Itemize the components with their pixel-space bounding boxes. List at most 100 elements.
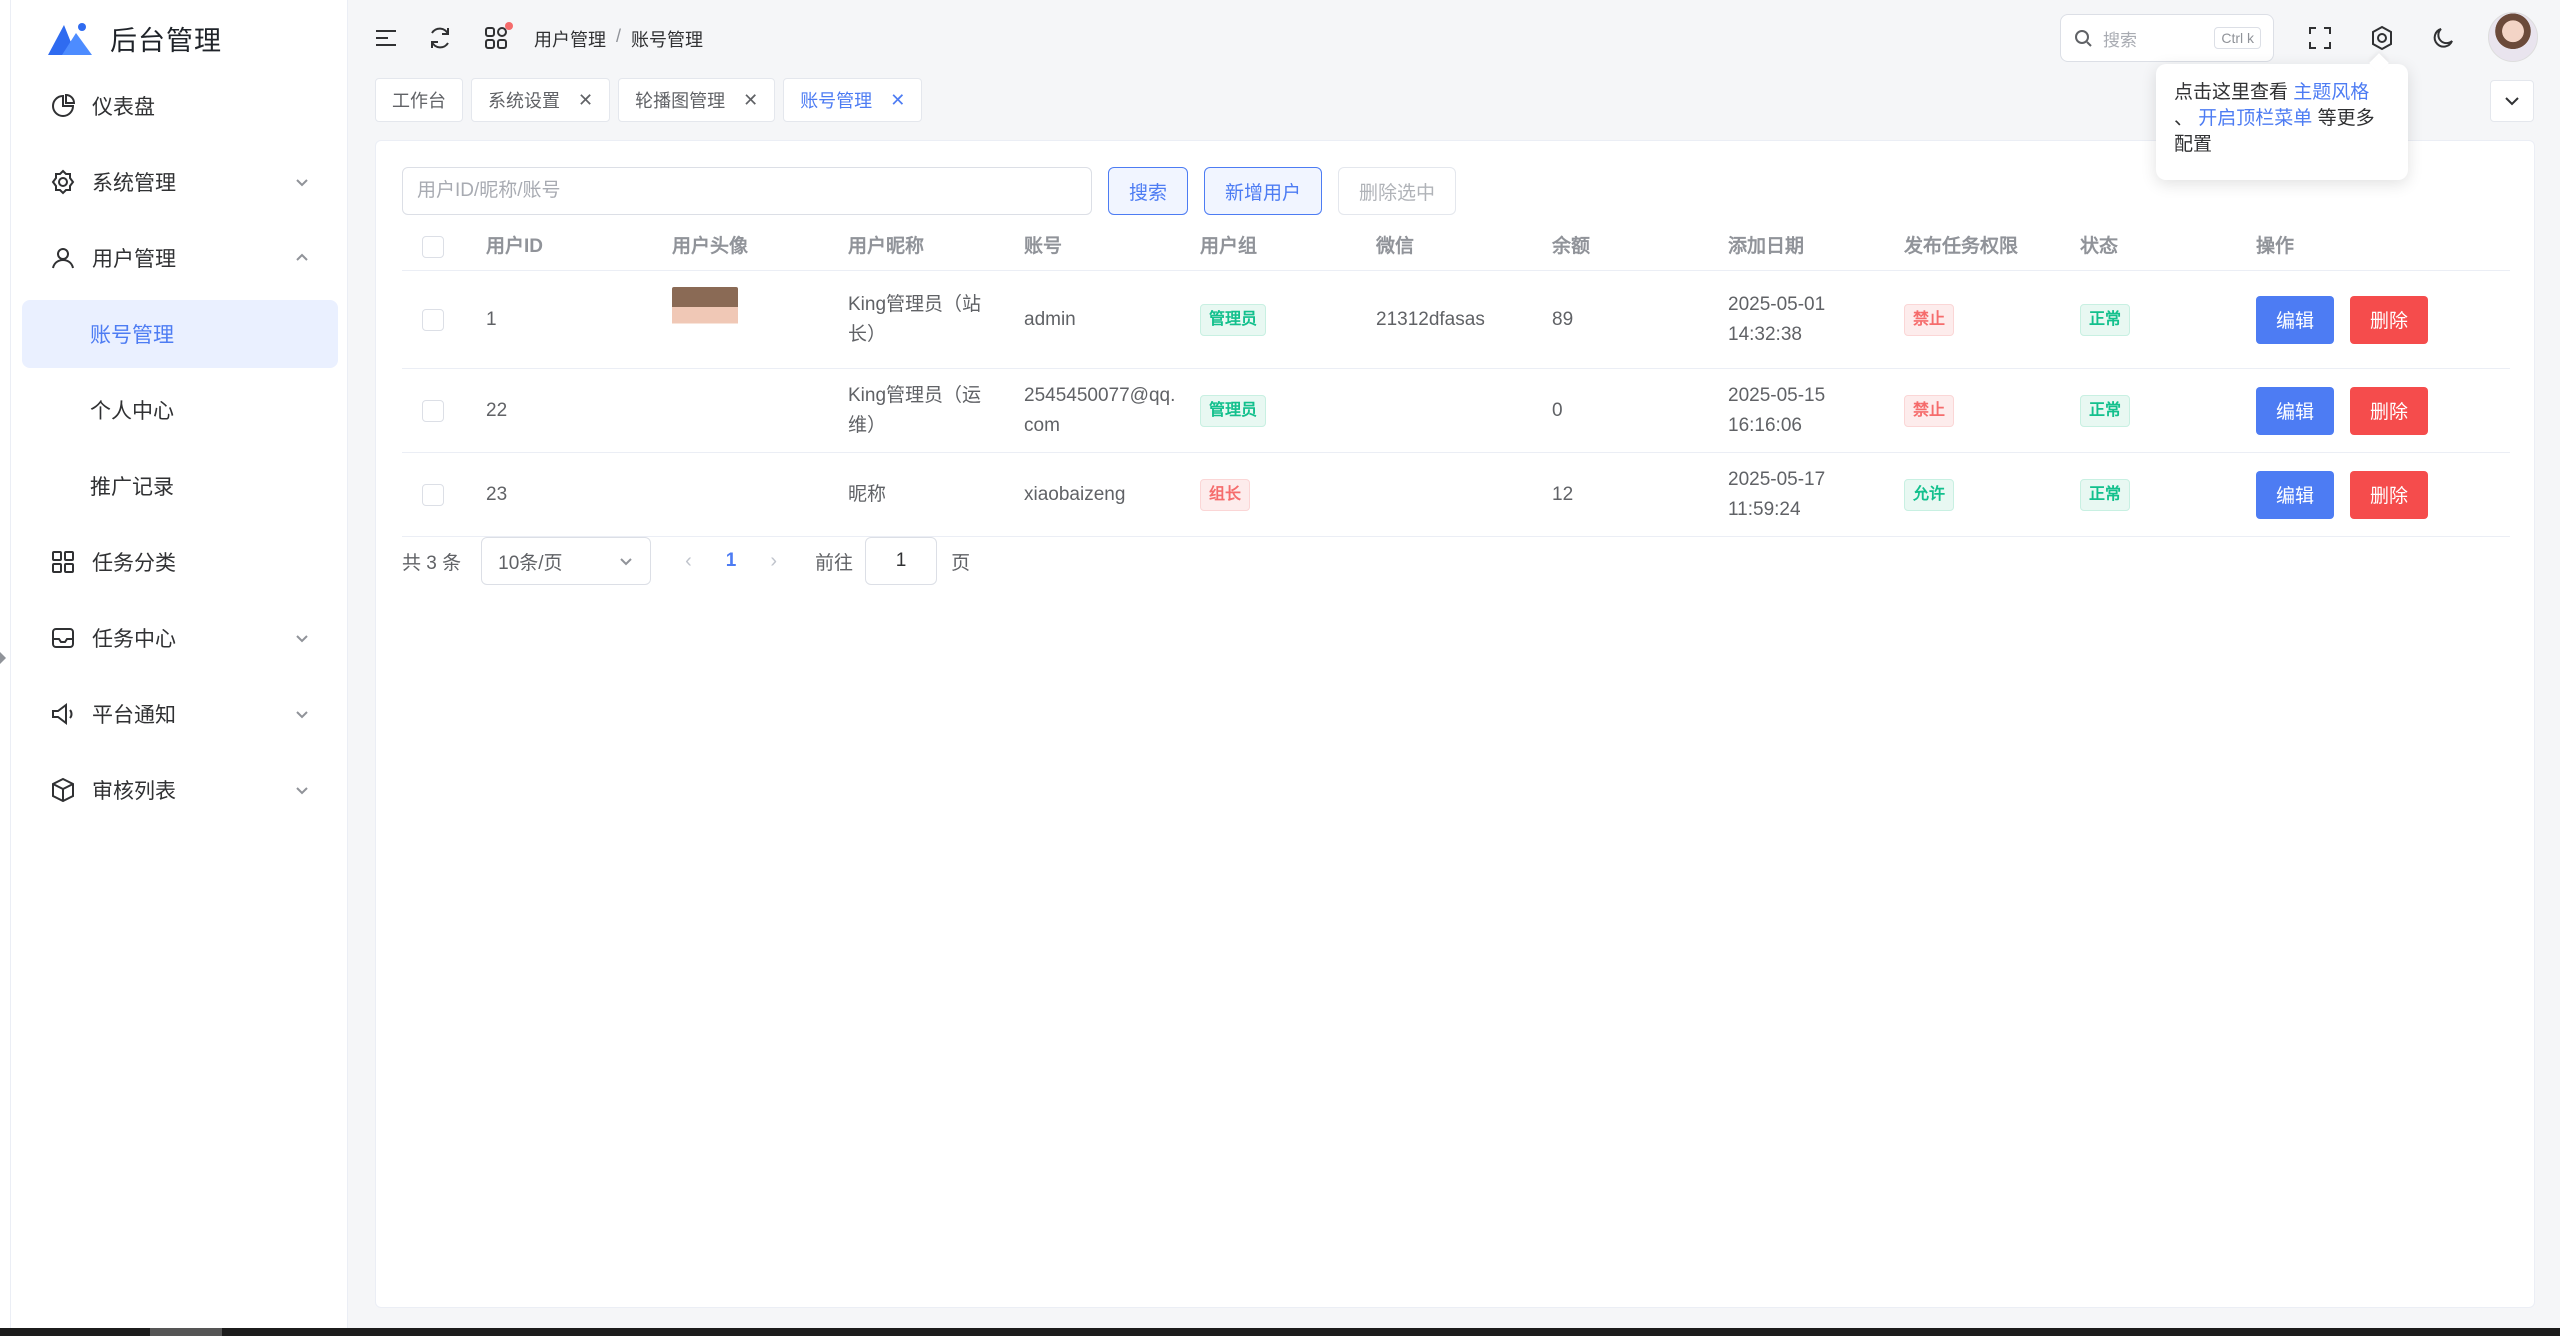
- toolbar: 搜索 新增用户 删除选中: [402, 167, 1457, 215]
- sidebar-item-promotion[interactable]: 推广记录: [22, 452, 338, 520]
- tab-accounts[interactable]: 账号管理 ✕: [783, 78, 923, 122]
- add-date: 2025-05-15 16:16:06: [1728, 384, 1826, 436]
- select-all-checkbox[interactable]: [422, 223, 444, 270]
- tab-workbench[interactable]: 工作台: [375, 78, 463, 122]
- row-checkbox-cell: [422, 453, 444, 536]
- edit-button[interactable]: 编辑: [2256, 295, 2335, 344]
- group-tag: 组长: [1200, 478, 1251, 511]
- next-page-icon[interactable]: ›: [770, 550, 777, 573]
- sidebar-item-label: 用户管理: [92, 248, 176, 271]
- actions-cell: 编辑 删除: [2256, 271, 2429, 368]
- breadcrumb: 用户管理 / 账号管理: [534, 26, 703, 52]
- delete-selected-button[interactable]: 删除选中: [1338, 167, 1457, 215]
- megaphone-icon: [50, 701, 76, 727]
- row-checkbox[interactable]: [422, 399, 444, 422]
- sidebar-edge: [10, 0, 11, 1328]
- account: admin: [1024, 308, 1076, 330]
- breadcrumb-item[interactable]: 用户管理: [534, 26, 606, 52]
- tab-system-settings[interactable]: 系统设置 ✕: [471, 78, 611, 122]
- search-button[interactable]: 搜索: [1108, 167, 1189, 215]
- close-icon[interactable]: ✕: [890, 90, 905, 111]
- add-user-button[interactable]: 新增用户: [1204, 167, 1323, 215]
- apps-icon[interactable]: [482, 22, 513, 52]
- sidebar-item-profile[interactable]: 个人中心: [22, 376, 338, 444]
- delete-button[interactable]: 删除: [2350, 470, 2429, 519]
- refresh-icon[interactable]: [426, 24, 454, 52]
- sidebar-item-label: 推广记录: [90, 476, 174, 499]
- column-header: 用户组: [1200, 235, 1258, 257]
- permission-cell: 禁止: [1904, 271, 1955, 368]
- tab-label: 系统设置: [488, 91, 560, 111]
- sidebar-item-notifications[interactable]: 平台通知: [22, 680, 338, 748]
- top-menu-link[interactable]: 开启顶栏菜单: [2198, 108, 2312, 129]
- checkbox[interactable]: [422, 235, 444, 258]
- permission-tag: 禁止: [1904, 394, 1955, 427]
- table-row: 1 King管理员（站长） admin 管理员 21312dfasas 89 2…: [402, 271, 2510, 369]
- fullscreen-icon[interactable]: [2306, 24, 2334, 52]
- sidebar-item-accounts[interactable]: 账号管理: [22, 300, 338, 368]
- column-header: 余额: [1552, 235, 1591, 257]
- chevron-down-icon: [296, 711, 308, 719]
- tab-label: 工作台: [392, 91, 446, 111]
- settings-icon[interactable]: [2368, 24, 2396, 52]
- user-search-input[interactable]: [402, 167, 1092, 215]
- cube-icon: [50, 777, 76, 803]
- column-header: 状态: [2080, 235, 2119, 257]
- edit-button[interactable]: 编辑: [2256, 386, 2335, 435]
- user-avatar[interactable]: [2488, 12, 2538, 62]
- status-badge: 正常: [2080, 478, 2131, 511]
- nickname: 昵称: [848, 483, 887, 505]
- popover-text: 、: [2174, 108, 2199, 129]
- row-checkbox[interactable]: [422, 483, 444, 506]
- permission-tag: 禁止: [1904, 303, 1955, 336]
- goto-page-input[interactable]: 1: [865, 537, 938, 585]
- sidebar-item-review[interactable]: 审核列表: [22, 756, 338, 824]
- tabs-more-button[interactable]: [2490, 80, 2534, 122]
- status-cell: 正常: [2080, 271, 2131, 368]
- page-number[interactable]: 1: [726, 550, 737, 572]
- permission-cell: 允许: [1904, 453, 1955, 536]
- delete-button[interactable]: 删除: [2350, 386, 2429, 435]
- chevron-down-icon: [296, 787, 308, 795]
- prev-page-icon[interactable]: ‹: [685, 550, 692, 573]
- column-header: 添加日期: [1728, 235, 1805, 257]
- menu-fold-icon[interactable]: [372, 24, 400, 52]
- sidebar-item-system[interactable]: 系统管理: [22, 148, 338, 216]
- table-row: 22 King管理员（运维） 2545450077@qq.com 管理员 0 2…: [402, 369, 2510, 453]
- sidebar-item-label: 任务分类: [92, 552, 176, 575]
- theme-style-link[interactable]: 主题风格: [2293, 82, 2369, 103]
- balance: 89: [1552, 308, 1574, 330]
- tab-carousel[interactable]: 轮播图管理 ✕: [618, 78, 776, 122]
- chevron-up-icon: [296, 253, 308, 261]
- sidebar-item-label: 仪表盘: [92, 96, 155, 119]
- user-id: 23: [486, 483, 508, 505]
- group-cell: 管理员: [1200, 369, 1267, 452]
- popover-text: 点击这里查看: [2174, 82, 2294, 103]
- brand[interactable]: 后台管理: [48, 16, 222, 60]
- sidebar-item-dashboard[interactable]: 仪表盘: [22, 72, 338, 140]
- user-avatar-image[interactable]: [672, 286, 738, 353]
- goto-label: 前往: [815, 552, 854, 574]
- sidebar-item-users[interactable]: 用户管理: [22, 224, 338, 292]
- users-icon: [50, 245, 76, 271]
- page-size-value: 10条/页: [498, 552, 563, 574]
- delete-button[interactable]: 删除: [2350, 295, 2429, 344]
- status-cell: 正常: [2080, 453, 2131, 536]
- user-table: 用户ID 用户头像 用户昵称 账号 用户组 微信 余额 添加日期 发布任务权限 …: [402, 223, 2510, 537]
- pagination: 共 3 条 10条/页 ‹ 1 › 前往 1 页: [402, 537, 970, 585]
- sidebar-item-task-center[interactable]: 任务中心: [22, 604, 338, 672]
- column-header: 操作: [2256, 235, 2295, 257]
- close-icon[interactable]: ✕: [743, 90, 758, 111]
- close-icon[interactable]: ✕: [578, 90, 593, 111]
- sidebar-item-task-categories[interactable]: 任务分类: [22, 528, 338, 596]
- row-checkbox[interactable]: [422, 308, 444, 331]
- page-word: 页: [951, 552, 971, 574]
- global-search[interactable]: 搜索 Ctrl k: [2060, 14, 2274, 62]
- page-size-select[interactable]: 10条/页: [481, 537, 652, 585]
- actions-cell: 编辑 删除: [2256, 369, 2429, 452]
- group-tag: 管理员: [1200, 303, 1267, 336]
- edit-button[interactable]: 编辑: [2256, 470, 2335, 519]
- dark-mode-icon[interactable]: [2430, 24, 2458, 52]
- row-checkbox-cell: [422, 369, 444, 452]
- sidebar-collapse-handle[interactable]: [0, 652, 6, 664]
